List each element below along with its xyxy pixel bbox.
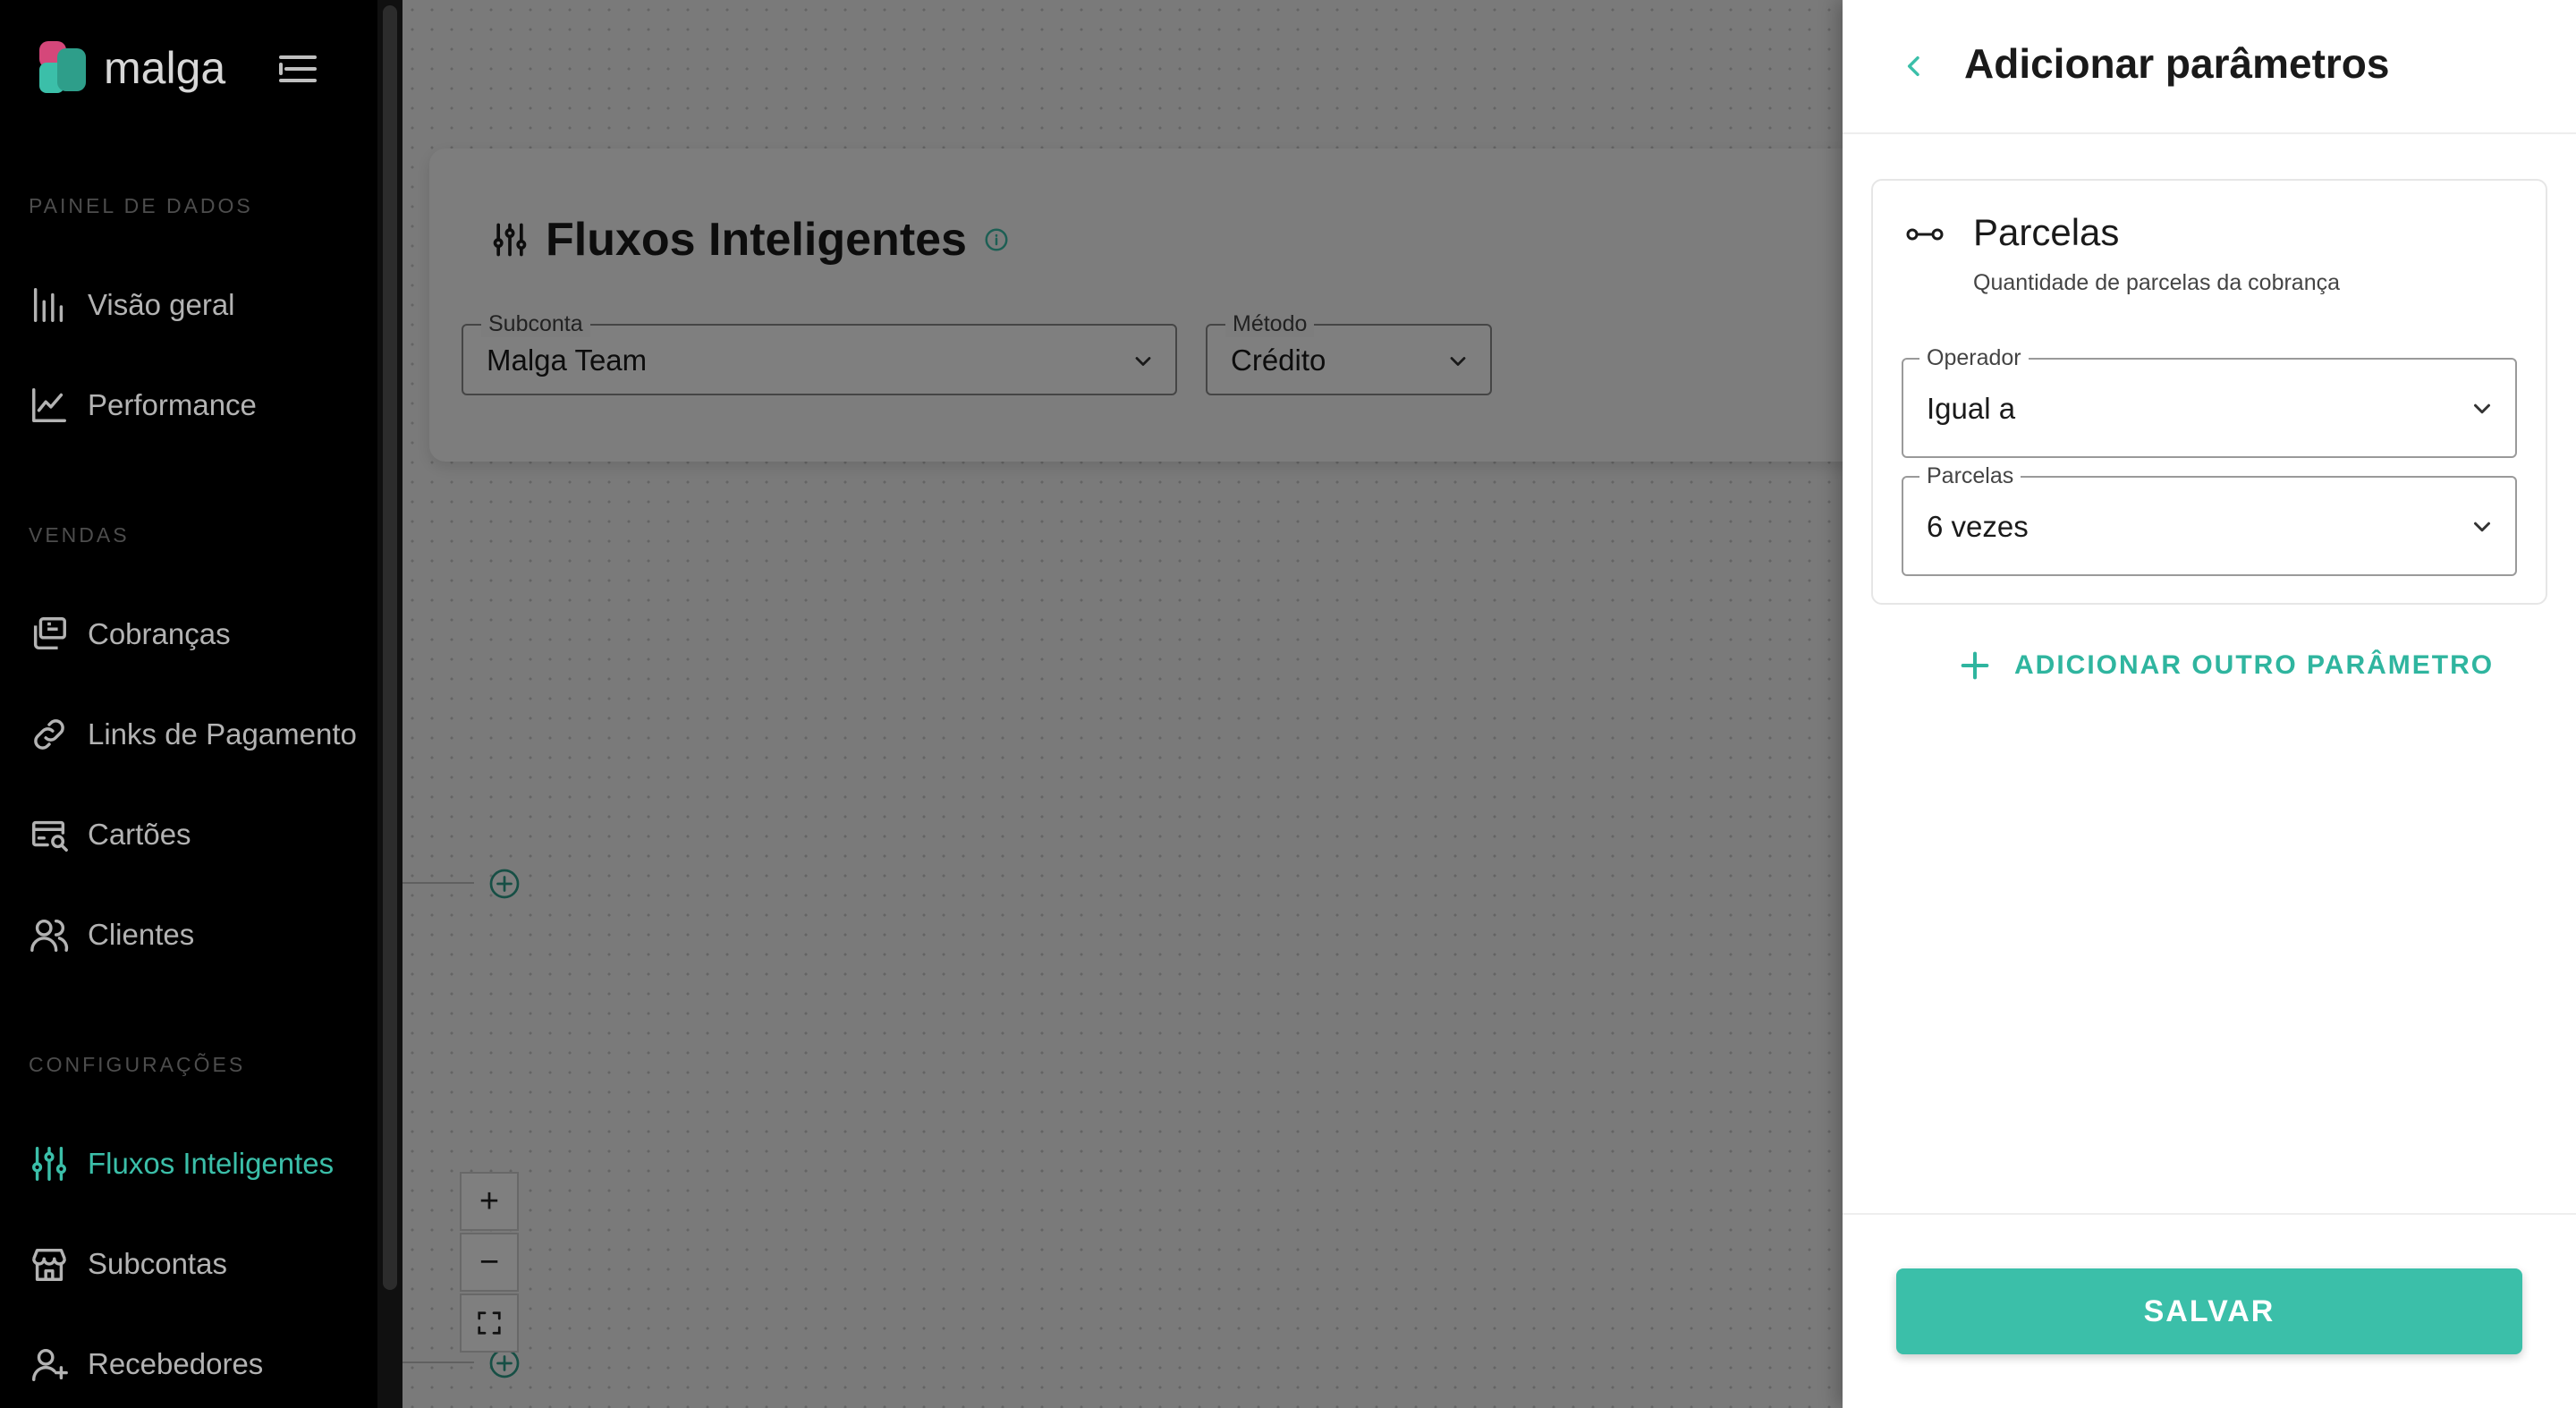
sidebar-item-clientes[interactable]: Clientes [29, 914, 194, 955]
section-configuracoes: CONFIGURAÇÕES [29, 1053, 246, 1076]
chevron-down-icon [2474, 522, 2490, 532]
sidebar-item-label: Cobranças [88, 617, 231, 650]
operator-value: Igual a [1927, 392, 2016, 425]
drawer-header: Adicionar parâmetros [1843, 0, 2576, 134]
drawer-footer-divider [1843, 1213, 2576, 1215]
range-connector-icon [1906, 228, 1944, 241]
sidebar-item-fluxos-inteligentes[interactable]: Fluxos Inteligentes [29, 1143, 334, 1184]
section-vendas: VENDAS [29, 523, 130, 547]
sidebar-item-label: Links de Pagamento [88, 717, 357, 751]
parcelas-label: Parcelas [1919, 463, 2021, 489]
parameter-title: Parcelas [1973, 211, 2120, 253]
sidebar-item-label: Fluxos Inteligentes [88, 1147, 335, 1180]
sidebar-item-performance[interactable]: Performance [29, 385, 257, 426]
charges-icon [33, 617, 66, 650]
chevron-down-icon [2474, 403, 2490, 414]
users-icon [30, 919, 69, 952]
sidebar-item-label: Recebedores [88, 1347, 264, 1380]
line-chart-icon [32, 388, 66, 422]
user-plus-icon [32, 1348, 68, 1381]
sidebar: malga PAINEL DE DADOS Visão geral Perfor… [0, 0, 377, 1408]
add-parameter-label: ADICIONAR OUTRO PARÂMETRO [2014, 650, 2495, 680]
sidebar-item-label: Visão geral [88, 288, 235, 321]
sidebar-item-label: Performance [88, 388, 257, 421]
sidebar-item-label: Subcontas [88, 1247, 227, 1280]
sidebar-item-cartoes[interactable]: Cartões [29, 814, 191, 855]
bar-chart-icon [33, 288, 64, 322]
save-button[interactable]: SALVAR [1896, 1268, 2522, 1354]
sidebar-item-recebedores[interactable]: Recebedores [29, 1344, 263, 1385]
operator-label: Operador [1919, 345, 2029, 371]
sidebar-item-visao-geral[interactable]: Visão geral [29, 284, 235, 326]
store-icon [32, 1248, 66, 1281]
operator-select[interactable]: Operador Igual a [1902, 345, 2517, 458]
section-painel-de-dados: PAINEL DE DADOS [29, 194, 253, 217]
sidebar-item-label: Clientes [88, 918, 195, 951]
menu-collapse-icon[interactable] [279, 55, 317, 82]
brand-name: malga [104, 43, 226, 93]
sidebar-item-subcontas[interactable]: Subcontas [29, 1243, 227, 1285]
logo-mark-icon [39, 41, 89, 95]
parameter-description: Quantidade de parcelas da cobrança [1973, 270, 2341, 295]
parcelas-select[interactable]: Parcelas 6 vezes [1902, 463, 2517, 576]
card-search-icon [32, 820, 68, 852]
parcelas-value: 6 vezes [1927, 510, 2029, 543]
parameter-card: Parcelas Quantidade de parcelas da cobra… [1871, 179, 2547, 605]
add-parameters-drawer: Adicionar parâmetros Parcelas Quantidade… [1843, 0, 2576, 1408]
sidebar-item-links-de-pagamento[interactable]: Links de Pagamento [29, 714, 357, 755]
sidebar-item-label: Cartões [88, 818, 191, 851]
brand-logo[interactable]: malga [39, 41, 225, 95]
plus-icon [1961, 651, 1989, 680]
back-chevron-icon[interactable] [1900, 52, 1928, 81]
sliders-icon [32, 1147, 66, 1181]
drawer-title: Adicionar parâmetros [1964, 40, 2390, 87]
sidebar-item-cobrancas[interactable]: Cobranças [29, 614, 231, 655]
modal-backdrop[interactable] [377, 0, 1843, 1408]
add-another-parameter-button[interactable]: ADICIONAR OUTRO PARÂMETRO [1957, 648, 2494, 683]
link-icon [34, 719, 64, 750]
